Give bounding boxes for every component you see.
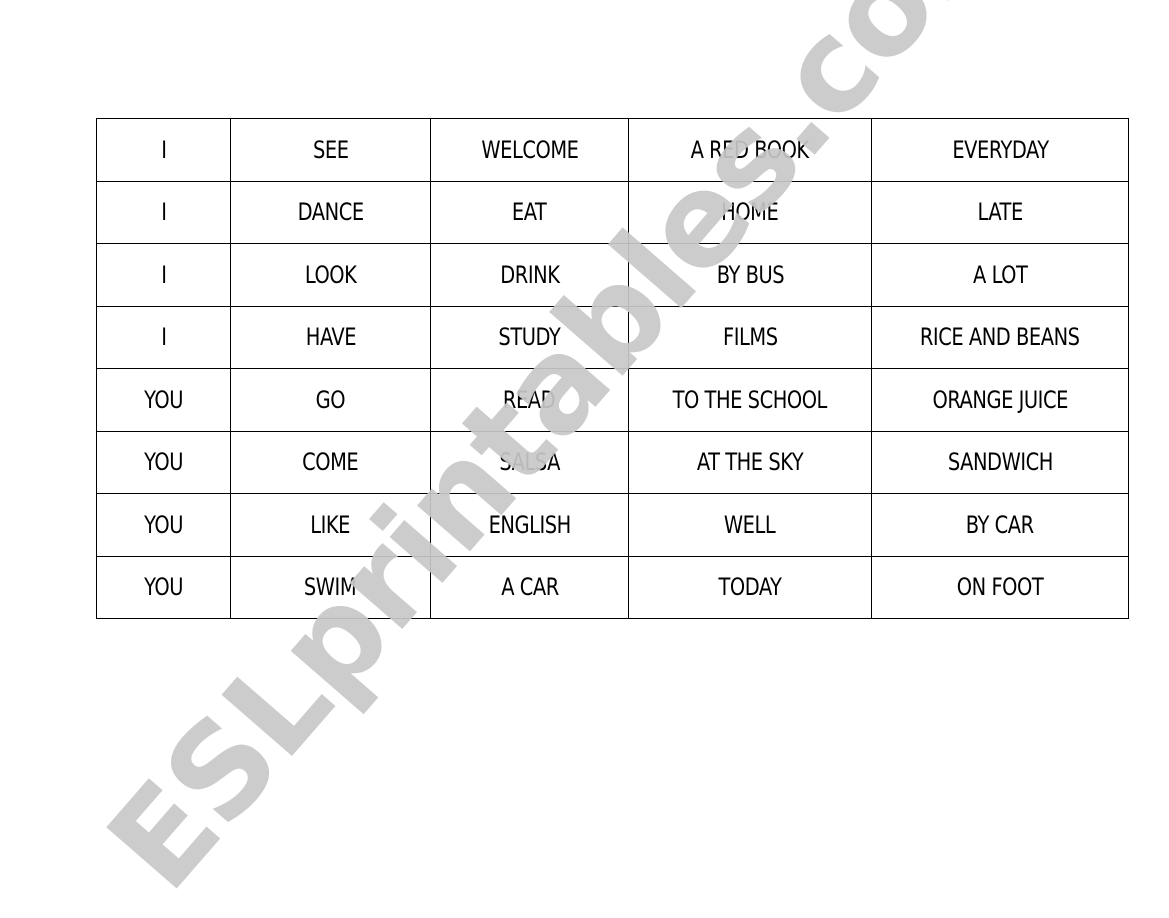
- table-cell-complement: A LOT: [871, 243, 1129, 307]
- table-cell-verb: SWIM: [230, 555, 431, 619]
- table-cell-complement: ON FOOT: [871, 555, 1129, 619]
- table-cell-subject: I: [96, 305, 231, 369]
- cell-text: I: [160, 198, 167, 227]
- word-table: I SEE WELCOME A RED BOOK EVERYDAY I DANCE EAT HO…: [96, 118, 1129, 619]
- cell-text: I: [160, 260, 167, 289]
- cell-text: I: [160, 323, 167, 352]
- table-row: I LOOK DRINK BY BUS A LOT: [96, 243, 1129, 307]
- cell-text: SANDWICH: [947, 448, 1053, 477]
- cell-text: HAVE: [305, 323, 356, 352]
- cell-text: AT THE SKY: [696, 448, 804, 477]
- cell-text: HOME: [721, 198, 779, 227]
- table-cell-subject: YOU: [96, 493, 231, 557]
- table-cell-word: DRINK: [430, 243, 629, 307]
- cell-text: DRINK: [499, 260, 560, 289]
- table-cell-word: STUDY: [430, 305, 629, 369]
- table-cell-verb: DANCE: [230, 180, 431, 244]
- cell-text: TODAY: [718, 573, 782, 602]
- cell-text: A CAR: [500, 573, 559, 602]
- cell-text: TO THE SCHOOL: [672, 385, 828, 414]
- table-cell-phrase: A RED BOOK: [628, 118, 872, 182]
- table-cell-word: ENGLISH: [430, 493, 629, 557]
- table-cell-subject: YOU: [96, 430, 231, 494]
- table-cell-subject: I: [96, 118, 231, 182]
- table-cell-subject: YOU: [96, 555, 231, 619]
- cell-text: READ: [503, 385, 556, 414]
- table-cell-complement: SANDWICH: [871, 430, 1129, 494]
- table-cell-verb: HAVE: [230, 305, 431, 369]
- table-cell-verb: COME: [230, 430, 431, 494]
- table-cell-phrase: FILMS: [628, 305, 872, 369]
- table-row: I HAVE STUDY FILMS RICE AND BEANS: [96, 305, 1129, 369]
- table-row: YOU LIKE ENGLISH WELL BY CAR: [96, 493, 1129, 557]
- cell-text: YOU: [144, 510, 183, 539]
- table-row: YOU GO READ TO THE SCHOOL ORANGE JUICE: [96, 368, 1129, 432]
- table-cell-verb: LIKE: [230, 493, 431, 557]
- table-row: YOU SWIM A CAR TODAY ON FOOT: [96, 555, 1129, 619]
- table-cell-subject: I: [96, 243, 231, 307]
- cell-text: LOOK: [304, 260, 357, 289]
- cell-text: GO: [315, 385, 346, 414]
- cell-text: ORANGE JUICE: [932, 385, 1068, 414]
- cell-text: SEE: [312, 135, 349, 164]
- cell-text: SALSA: [499, 448, 560, 477]
- table-cell-verb: SEE: [230, 118, 431, 182]
- cell-text: YOU: [144, 448, 183, 477]
- worksheet-page: I SEE WELCOME A RED BOOK EVERYDAY I DANCE EAT HO…: [0, 0, 1169, 918]
- cell-text: EAT: [512, 198, 547, 227]
- table-row: YOU COME SALSA AT THE SKY SANDWICH: [96, 430, 1129, 494]
- cell-text: COME: [302, 448, 359, 477]
- table-cell-word: A CAR: [430, 555, 629, 619]
- table-cell-phrase: WELL: [628, 493, 872, 557]
- table-cell-verb: GO: [230, 368, 431, 432]
- table-cell-word: WELCOME: [430, 118, 629, 182]
- table-cell-subject: I: [96, 180, 231, 244]
- table-cell-phrase: BY BUS: [628, 243, 872, 307]
- cell-text: SWIM: [304, 573, 357, 602]
- cell-text: A RED BOOK: [690, 135, 810, 164]
- table-cell-verb: LOOK: [230, 243, 431, 307]
- cell-text: WELCOME: [480, 135, 579, 164]
- table-row: I SEE WELCOME A RED BOOK EVERYDAY: [96, 118, 1129, 182]
- cell-text: YOU: [144, 573, 183, 602]
- cell-text: LIKE: [310, 510, 351, 539]
- cell-text: A LOT: [972, 260, 1028, 289]
- cell-text: YOU: [144, 385, 183, 414]
- table-cell-complement: LATE: [871, 180, 1129, 244]
- cell-text: EVERYDAY: [951, 135, 1049, 164]
- cell-text: LATE: [977, 198, 1023, 227]
- table-cell-phrase: TO THE SCHOOL: [628, 368, 872, 432]
- table-cell-complement: ORANGE JUICE: [871, 368, 1129, 432]
- cell-text: ON FOOT: [956, 573, 1044, 602]
- cell-text: STUDY: [498, 323, 561, 352]
- table-cell-phrase: AT THE SKY: [628, 430, 872, 494]
- table-cell-complement: EVERYDAY: [871, 118, 1129, 182]
- cell-text: RICE AND BEANS: [920, 323, 1080, 352]
- cell-text: I: [160, 135, 167, 164]
- table-cell-word: READ: [430, 368, 629, 432]
- cell-text: WELL: [724, 510, 776, 539]
- cell-text: ENGLISH: [488, 510, 571, 539]
- cell-text: BY CAR: [966, 510, 1034, 539]
- table-cell-complement: RICE AND BEANS: [871, 305, 1129, 369]
- word-table-body: I SEE WELCOME A RED BOOK EVERYDAY I DANCE EAT HO…: [96, 118, 1129, 619]
- table-cell-phrase: TODAY: [628, 555, 872, 619]
- table-cell-subject: YOU: [96, 368, 231, 432]
- table-cell-complement: BY CAR: [871, 493, 1129, 557]
- table-row: I DANCE EAT HOME LATE: [96, 180, 1129, 244]
- table-cell-phrase: HOME: [628, 180, 872, 244]
- cell-text: DANCE: [297, 198, 364, 227]
- table-cell-word: SALSA: [430, 430, 629, 494]
- table-cell-word: EAT: [430, 180, 629, 244]
- cell-text: BY BUS: [716, 260, 784, 289]
- cell-text: FILMS: [722, 323, 778, 352]
